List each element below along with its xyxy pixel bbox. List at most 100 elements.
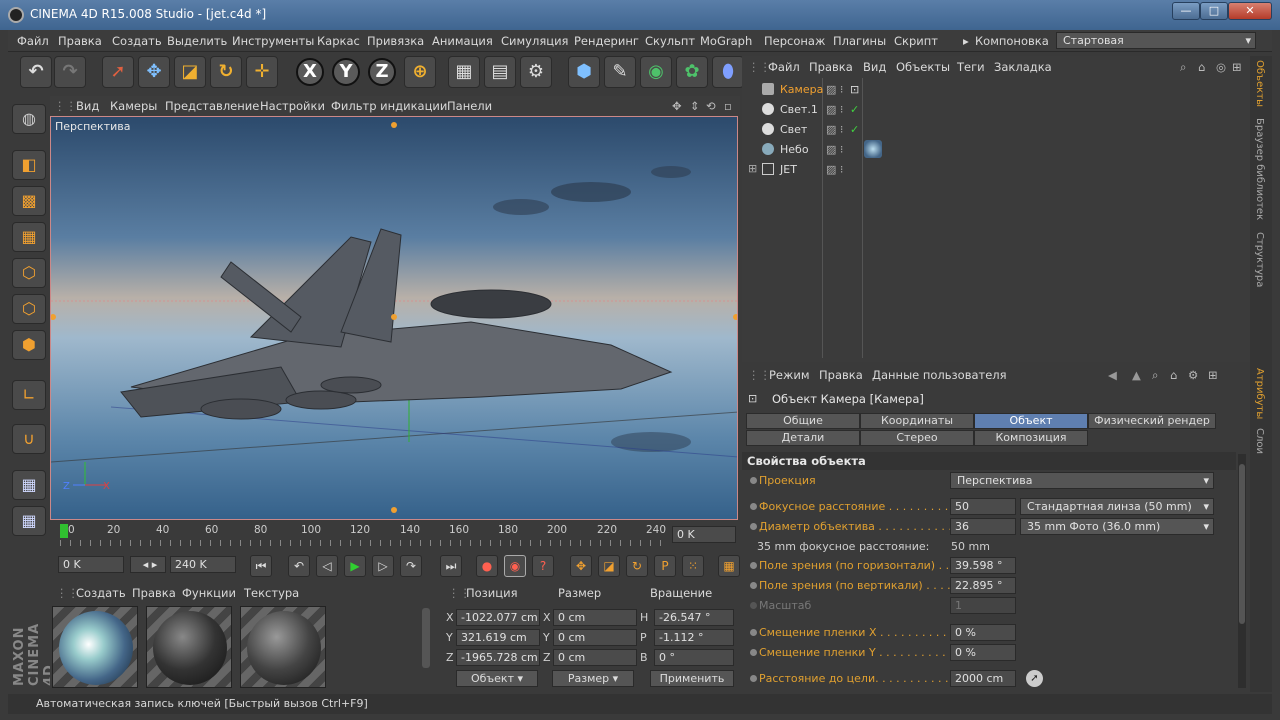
menu-sculpt[interactable]: Скульпт <box>645 34 695 48</box>
close-button[interactable]: ✕ <box>1228 2 1272 20</box>
cube-icon[interactable]: ⬢ <box>568 56 600 88</box>
menu-mograph[interactable]: MoGraph <box>700 34 752 48</box>
edges-mode-icon[interactable]: ⬡ <box>12 294 46 324</box>
attribute-scrollbar[interactable] <box>1238 454 1246 688</box>
objects-menu-tags[interactable]: Теги <box>957 60 985 74</box>
scrollbar-thumb[interactable] <box>1239 464 1245 624</box>
next-frame-icon[interactable]: ▷ <box>372 555 394 577</box>
next-key-icon[interactable]: ↷ <box>400 555 422 577</box>
target-distance-field[interactable]: 2000 cm <box>950 670 1016 687</box>
objects-menu-edit[interactable]: Правка <box>809 60 853 74</box>
animation-dot-icon[interactable] <box>750 562 757 569</box>
object-row-camera[interactable]: Камера ▨ ⁝ ⊡ <box>750 80 1242 100</box>
array-icon[interactable]: ✿ <box>676 56 708 88</box>
side-tab-structure[interactable]: Структура <box>1254 232 1265 287</box>
rotate-view-icon[interactable]: ⟲ <box>706 99 716 113</box>
zoom-view-icon[interactable]: ⇕ <box>690 99 700 113</box>
tab-stereo[interactable]: Стерео <box>860 430 974 446</box>
side-tab-attributes[interactable]: Атрибуты <box>1254 368 1265 419</box>
viewport-menu-filter[interactable]: Фильтр индикации <box>331 99 447 113</box>
menu-animate[interactable]: Анимация <box>432 34 493 48</box>
new-panel-icon[interactable]: ⊞ <box>1208 368 1218 382</box>
viewport-menu-panel[interactable]: Панели <box>447 99 492 113</box>
menu-script[interactable]: Скрипт <box>894 34 938 48</box>
viewport-menu-display[interactable]: Представление <box>165 99 259 113</box>
key-rotation-icon[interactable]: ↻ <box>626 555 648 577</box>
fov-horizontal-field[interactable]: 39.598 ° <box>950 557 1016 574</box>
minimize-button[interactable]: — <box>1172 2 1200 20</box>
sensor-size-field[interactable]: 36 <box>950 518 1016 535</box>
current-frame-field[interactable]: 0 K <box>672 526 736 543</box>
viewport-menu-view[interactable]: Вид <box>76 99 99 113</box>
back-icon[interactable]: ◀ <box>1108 368 1117 382</box>
material-swatch[interactable] <box>146 606 232 688</box>
maximize-button[interactable]: □ <box>1200 2 1228 20</box>
projection-select[interactable]: Перспектива ▾ <box>950 472 1214 489</box>
apply-button[interactable]: Применить <box>650 670 734 687</box>
render-picture-viewer-icon[interactable]: ▤ <box>484 56 516 88</box>
key-position-icon[interactable]: ✥ <box>570 555 592 577</box>
redo-icon[interactable]: ↷ <box>54 56 86 88</box>
world-coordinates-icon[interactable]: ⊕ <box>404 56 436 88</box>
deformer-icon[interactable]: ⬮ <box>712 56 744 88</box>
lock-workplane-icon[interactable]: ▦ <box>12 470 46 500</box>
attr-menu-mode[interactable]: Режим <box>769 368 810 382</box>
subdivision-surface-icon[interactable]: ◉ <box>640 56 672 88</box>
menu-edit[interactable]: Правка <box>58 34 102 48</box>
model-mode-icon[interactable]: ◧ <box>12 150 46 180</box>
range-slider[interactable]: ◂ ▸ <box>130 556 166 573</box>
position-y-field[interactable]: 321.619 cm <box>456 629 540 646</box>
focal-length-field[interactable]: 50 <box>950 498 1016 515</box>
play-icon[interactable]: ▶ <box>344 555 366 577</box>
lock-icon[interactable]: ⌂ <box>1170 368 1177 382</box>
animation-dot-icon[interactable] <box>750 503 757 510</box>
previous-key-icon[interactable]: ↶ <box>288 555 310 577</box>
undo-icon[interactable]: ↶ <box>20 56 52 88</box>
key-scale-icon[interactable]: ◪ <box>598 555 620 577</box>
enabled-check-icon[interactable]: ✓ <box>850 123 859 136</box>
material-tag-icon[interactable] <box>864 140 882 158</box>
menu-character[interactable]: Персонаж <box>764 34 825 48</box>
x-axis-icon[interactable]: X <box>296 58 324 86</box>
menu-plugins[interactable]: Плагины <box>833 34 886 48</box>
animation-dot-icon[interactable] <box>750 523 757 530</box>
workplane-icon[interactable]: ▦ <box>12 222 46 252</box>
menu-create[interactable]: Создать <box>112 34 162 48</box>
tab-physical-render[interactable]: Физический рендер <box>1088 413 1216 429</box>
transform-icon[interactable]: ✛ <box>246 56 278 88</box>
visibility-icon[interactable]: ▨ ⁝ <box>826 143 843 156</box>
material-swatch[interactable] <box>52 606 138 688</box>
animation-dot-icon[interactable] <box>750 629 757 636</box>
size-z-field[interactable]: 0 cm <box>553 649 637 666</box>
z-axis-icon[interactable]: Z <box>368 58 396 86</box>
move-view-icon[interactable]: ✥ <box>672 99 682 113</box>
end-frame-field[interactable]: 240 K <box>170 556 236 573</box>
tab-object[interactable]: Объект <box>974 413 1088 429</box>
go-to-end-icon[interactable]: ⏭ <box>440 555 462 577</box>
size-y-field[interactable]: 0 cm <box>553 629 637 646</box>
playhead-marker[interactable] <box>60 524 68 538</box>
visibility-icon[interactable]: ▨ ⁝ <box>826 83 843 96</box>
live-select-icon[interactable]: ➚ <box>102 56 134 88</box>
position-z-field[interactable]: -1965.728 cm <box>456 649 540 666</box>
side-tab-layers[interactable]: Слои <box>1254 428 1265 454</box>
maximize-view-icon[interactable]: ▫ <box>724 99 732 113</box>
key-parameter-icon[interactable]: P <box>654 555 676 577</box>
menu-simulate[interactable]: Симуляция <box>501 34 568 48</box>
animation-dot-icon[interactable] <box>750 675 757 682</box>
animation-dot-icon[interactable] <box>750 477 757 484</box>
axis-mode-icon[interactable]: ∟ <box>12 380 46 410</box>
fov-vertical-field[interactable]: 22.895 ° <box>950 577 1016 594</box>
menu-mesh[interactable]: Каркас <box>317 34 360 48</box>
autokeying-icon[interactable]: ◉ <box>504 555 526 577</box>
layout-select[interactable]: Стартовая ▾ <box>1056 32 1256 49</box>
objects-menu-bookmarks[interactable]: Закладка <box>994 60 1052 74</box>
start-frame-field[interactable]: 0 K <box>58 556 124 573</box>
position-x-field[interactable]: -1022.077 cm <box>456 609 540 626</box>
search-icon[interactable]: ⌕ <box>1180 60 1186 75</box>
pick-target-icon[interactable]: ➚ <box>1026 670 1043 687</box>
menu-file[interactable]: Файл <box>17 34 49 48</box>
material-swatch[interactable] <box>240 606 326 688</box>
app-icon[interactable] <box>8 7 24 23</box>
perspective-viewport[interactable]: Z X Перспектива <box>50 116 738 520</box>
